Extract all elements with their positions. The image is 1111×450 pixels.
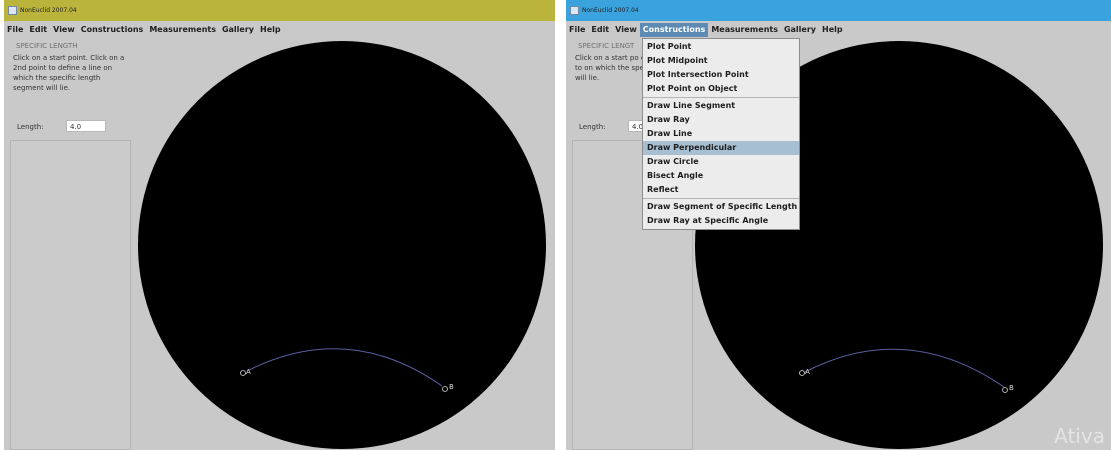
- menu-file[interactable]: File: [4, 23, 26, 37]
- menu-constructions[interactable]: Constructions: [639, 23, 709, 37]
- menu-item-draw-line-segment[interactable]: Draw Line Segment: [643, 99, 799, 113]
- point-a-label: A: [246, 368, 251, 376]
- constructions-dropdown-menu: Plot Point Plot Midpoint Plot Intersecti…: [642, 38, 800, 230]
- menu-item-plot-intersection-point[interactable]: Plot Intersection Point: [643, 68, 799, 82]
- menu-item-draw-line[interactable]: Draw Line: [643, 127, 799, 141]
- menu-item-draw-circle[interactable]: Draw Circle: [643, 155, 799, 169]
- menu-gallery[interactable]: Gallery: [219, 23, 257, 37]
- left-window: NonEuclid 2007.04 File Edit View Constru…: [4, 0, 555, 450]
- menu-item-draw-ray[interactable]: Draw Ray: [643, 113, 799, 127]
- point-b-label: B: [1009, 384, 1014, 392]
- watermark-text: Ativa: [1054, 424, 1105, 448]
- menu-view[interactable]: View: [612, 23, 640, 37]
- menu-item-draw-segment-specific-length[interactable]: Draw Segment of Specific Length: [643, 200, 799, 214]
- title-bar: NonEuclid 2007.04: [4, 0, 555, 21]
- menu-separator: [643, 97, 799, 98]
- menu-help[interactable]: Help: [257, 23, 284, 37]
- menu-measurements[interactable]: Measurements: [146, 23, 219, 37]
- poincare-disk-canvas[interactable]: A B: [134, 40, 550, 450]
- window-title: NonEuclid 2007.04: [20, 7, 77, 14]
- menu-bar: File Edit View Constructions Measurement…: [4, 22, 284, 38]
- menu-item-bisect-angle[interactable]: Bisect Angle: [643, 169, 799, 183]
- point-b-label: B: [449, 383, 454, 391]
- app-icon: [570, 6, 579, 15]
- menu-item-plot-point[interactable]: Plot Point: [643, 40, 799, 54]
- panel-title: SPECIFIC LENGTH: [16, 42, 78, 50]
- menu-gallery[interactable]: Gallery: [781, 23, 819, 37]
- menu-item-draw-perpendicular[interactable]: Draw Perpendicular: [643, 141, 799, 155]
- point-a-label: A: [805, 368, 810, 376]
- menu-edit[interactable]: Edit: [588, 23, 612, 37]
- menu-measurements[interactable]: Measurements: [708, 23, 781, 37]
- poincare-disk: [138, 41, 546, 449]
- object-list-panel: [10, 140, 131, 450]
- menu-file[interactable]: File: [566, 23, 588, 37]
- app-icon: [8, 6, 17, 15]
- menu-view[interactable]: View: [50, 23, 78, 37]
- menu-item-plot-point-on-object[interactable]: Plot Point on Object: [643, 82, 799, 96]
- window-title: NonEuclid 2007.04: [582, 7, 639, 14]
- title-bar: NonEuclid 2007.04: [566, 0, 1111, 21]
- menu-bar: File Edit View Constructions Measurement…: [566, 22, 846, 38]
- menu-help[interactable]: Help: [819, 23, 846, 37]
- panel-description: Click on a start point. Click on a 2nd p…: [13, 54, 125, 92]
- length-label: Length:: [579, 123, 606, 131]
- menu-edit[interactable]: Edit: [26, 23, 50, 37]
- menu-separator: [643, 198, 799, 199]
- menu-item-draw-ray-specific-angle[interactable]: Draw Ray at Specific Angle: [643, 214, 799, 228]
- right-window: NonEuclid 2007.04 File Edit View Constru…: [566, 0, 1111, 450]
- menu-constructions[interactable]: Constructions: [78, 23, 147, 37]
- tool-panel: SPECIFIC LENGTH Click on a start point. …: [10, 40, 131, 450]
- menu-item-plot-midpoint[interactable]: Plot Midpoint: [643, 54, 799, 68]
- menu-item-reflect[interactable]: Reflect: [643, 183, 799, 197]
- panel-title: SPECIFIC LENGT: [578, 42, 635, 50]
- length-input[interactable]: 4.0: [66, 120, 106, 132]
- length-label: Length:: [17, 123, 44, 131]
